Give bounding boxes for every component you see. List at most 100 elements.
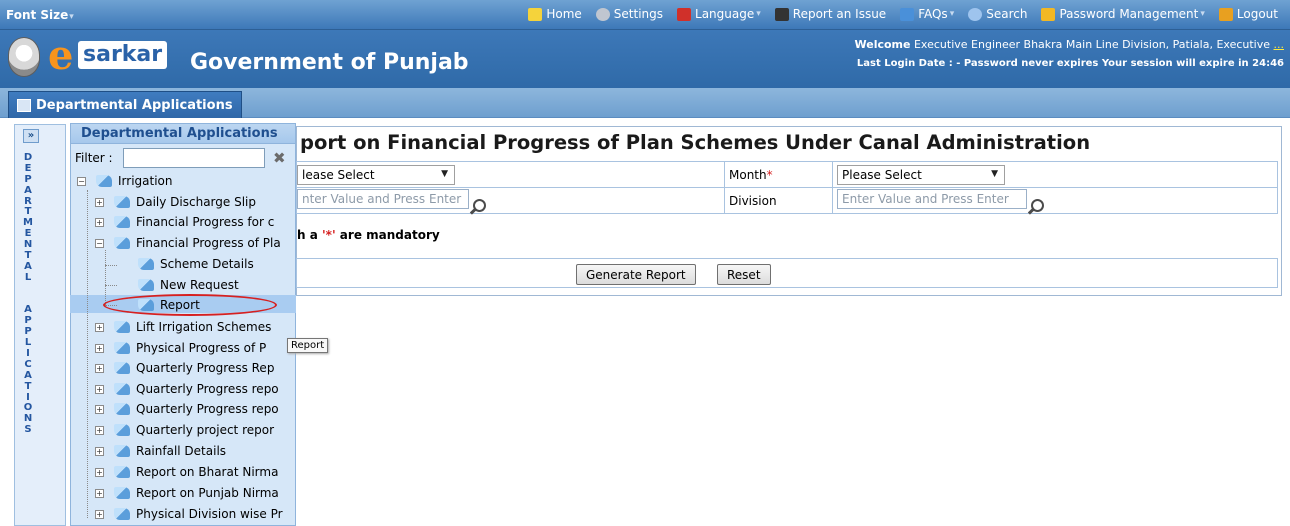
form-row: lease Select ▼ Month* Please Select ▼ (296, 161, 1278, 188)
mandatory-star: '*' (322, 228, 336, 242)
tree-line (105, 285, 117, 286)
folder-icon (114, 362, 130, 374)
expand-icon[interactable]: + (95, 404, 104, 414)
tree-node-label: Physical Progress of P (136, 341, 267, 355)
report-filter-table: lease Select ▼ Month* Please Select ▼ nter… (296, 161, 1278, 214)
scheme-input[interactable]: nter Value and Press Enter (297, 189, 469, 209)
menu-language[interactable]: Language ▾ (677, 7, 761, 21)
menu-logout[interactable]: Logout (1218, 7, 1278, 21)
tree-leaf[interactable]: Scheme Details (138, 255, 254, 273)
session-info: Last Login Date : - Password never expir… (856, 58, 1284, 69)
expand-icon[interactable]: + (95, 467, 104, 477)
year-cell: lease Select ▼ (296, 161, 725, 188)
menu-settings-label: Settings (613, 7, 664, 21)
collapse-icon[interactable]: − (77, 176, 86, 186)
menu-settings[interactable]: Settings (595, 7, 664, 21)
vertical-letter: L (24, 271, 32, 283)
chevron-down-icon: ▾ (69, 12, 74, 22)
tree-node-label: Quarterly Progress Rep (136, 361, 275, 375)
chevron-down-icon: ▾ (1200, 9, 1205, 19)
vertical-letter: T (24, 380, 32, 392)
menu-report-issue[interactable]: Report an Issue (774, 7, 886, 21)
page-title: port on Financial Progress of Plan Schem… (300, 131, 1091, 154)
state-emblem-logo (8, 37, 40, 77)
chevron-down-icon: ▾ (756, 9, 761, 19)
button-row (296, 258, 1278, 288)
tree-node[interactable]: + Physical Division wise Pr (95, 505, 283, 523)
collapse-icon[interactable]: − (95, 238, 104, 248)
folder-icon (114, 445, 130, 457)
folder-icon (114, 424, 130, 436)
expand-icon[interactable]: + (95, 384, 104, 394)
tree-node[interactable]: + Report on Punjab Nirma (95, 484, 279, 502)
tree-node[interactable]: + Quarterly Progress Rep (95, 359, 274, 377)
clear-filter-icon[interactable]: ✖ (273, 149, 286, 167)
folder-icon (114, 403, 130, 415)
search-icon (968, 7, 983, 21)
faq-icon (900, 7, 915, 21)
expand-icon[interactable]: + (95, 217, 104, 227)
menu-search[interactable]: Search (968, 7, 1027, 21)
expand-icon[interactable]: + (95, 363, 104, 373)
tree-node[interactable]: + Lift Irrigation Schemes (95, 318, 271, 336)
month-select[interactable]: Please Select ▼ (837, 164, 1005, 185)
folder-icon (114, 487, 130, 499)
menu-home[interactable]: Home (528, 7, 582, 21)
expand-icon[interactable]: + (95, 322, 104, 332)
filter-input[interactable] (123, 148, 265, 168)
vertical-letter: S (24, 424, 32, 436)
font-size-menu[interactable]: Font Size▾ (6, 8, 74, 22)
tree-node[interactable]: + Daily Discharge Slip (95, 193, 256, 211)
tab-departmental-applications[interactable]: Departmental Applications (8, 91, 242, 118)
expand-icon[interactable]: + (95, 425, 104, 435)
month-select-value: Please Select (842, 167, 922, 182)
menu-logout-label: Logout (1236, 7, 1278, 21)
division-input[interactable]: Enter Value and Press Enter (837, 189, 1027, 209)
expand-icon[interactable]: + (95, 197, 104, 207)
division-label-cell: Division (724, 187, 833, 214)
tree-node[interactable]: + Rainfall Details (95, 442, 226, 460)
font-size-label: Font Size (6, 8, 69, 22)
tree-node[interactable]: + Quarterly Progress repo (95, 400, 279, 418)
tree-node[interactable]: + Report on Bharat Nirma (95, 463, 278, 481)
expand-icon[interactable]: + (95, 509, 104, 519)
tree-node[interactable]: + Physical Progress of P (95, 339, 266, 357)
folder-icon (114, 216, 130, 228)
tree-node[interactable]: + Quarterly Progress repo (95, 380, 279, 398)
division-cell: Enter Value and Press Enter (832, 187, 1278, 214)
phone-icon (774, 7, 789, 21)
menu-password[interactable]: Password Management ▾ (1041, 7, 1205, 21)
lookup-search-icon[interactable] (473, 199, 486, 212)
reset-button[interactable]: Reset (717, 264, 771, 285)
expand-sidebar-button[interactable]: » (23, 129, 39, 143)
folder-icon (114, 466, 130, 478)
expand-icon[interactable]: + (95, 446, 104, 456)
year-select[interactable]: lease Select ▼ (297, 164, 455, 185)
welcome-label: Welcome (854, 38, 911, 51)
year-select-value: lease Select (302, 167, 375, 182)
vertical-letter (21, 284, 35, 295)
language-icon (677, 7, 692, 21)
tree-line (105, 250, 106, 305)
lookup-search-icon[interactable] (1031, 199, 1044, 212)
vertical-letter: A (24, 184, 32, 196)
welcome-message: Welcome Executive Engineer Bhakra Main L… (855, 38, 1285, 51)
folder-icon (114, 196, 130, 208)
tree-node[interactable]: + Financial Progress for c (95, 213, 274, 231)
generate-report-button[interactable]: Generate Report (576, 264, 696, 285)
folder-icon (96, 175, 112, 187)
tab-label: Departmental Applications (36, 97, 233, 113)
expand-icon[interactable]: + (95, 488, 104, 498)
welcome-more-link[interactable]: ... (1274, 38, 1285, 51)
tree-panel-title: Departmental Applications (71, 124, 295, 144)
vertical-sidebar-label: DEPARTMENTAL APPLICATIONS (21, 152, 35, 436)
menu-faqs[interactable]: FAQs ▾ (900, 7, 954, 21)
tree-node[interactable]: − Financial Progress of Pla (95, 234, 281, 252)
tree-node[interactable]: + Quarterly project repor (95, 421, 274, 439)
page-icon (138, 258, 154, 270)
tree-node-irrigation[interactable]: − Irrigation (77, 172, 173, 190)
mandatory-prefix: h a (297, 228, 322, 242)
tree-leaf[interactable]: New Request (138, 276, 239, 294)
expand-icon[interactable]: + (95, 343, 104, 353)
form-row: nter Value and Press Enter Division Ente… (296, 187, 1278, 214)
